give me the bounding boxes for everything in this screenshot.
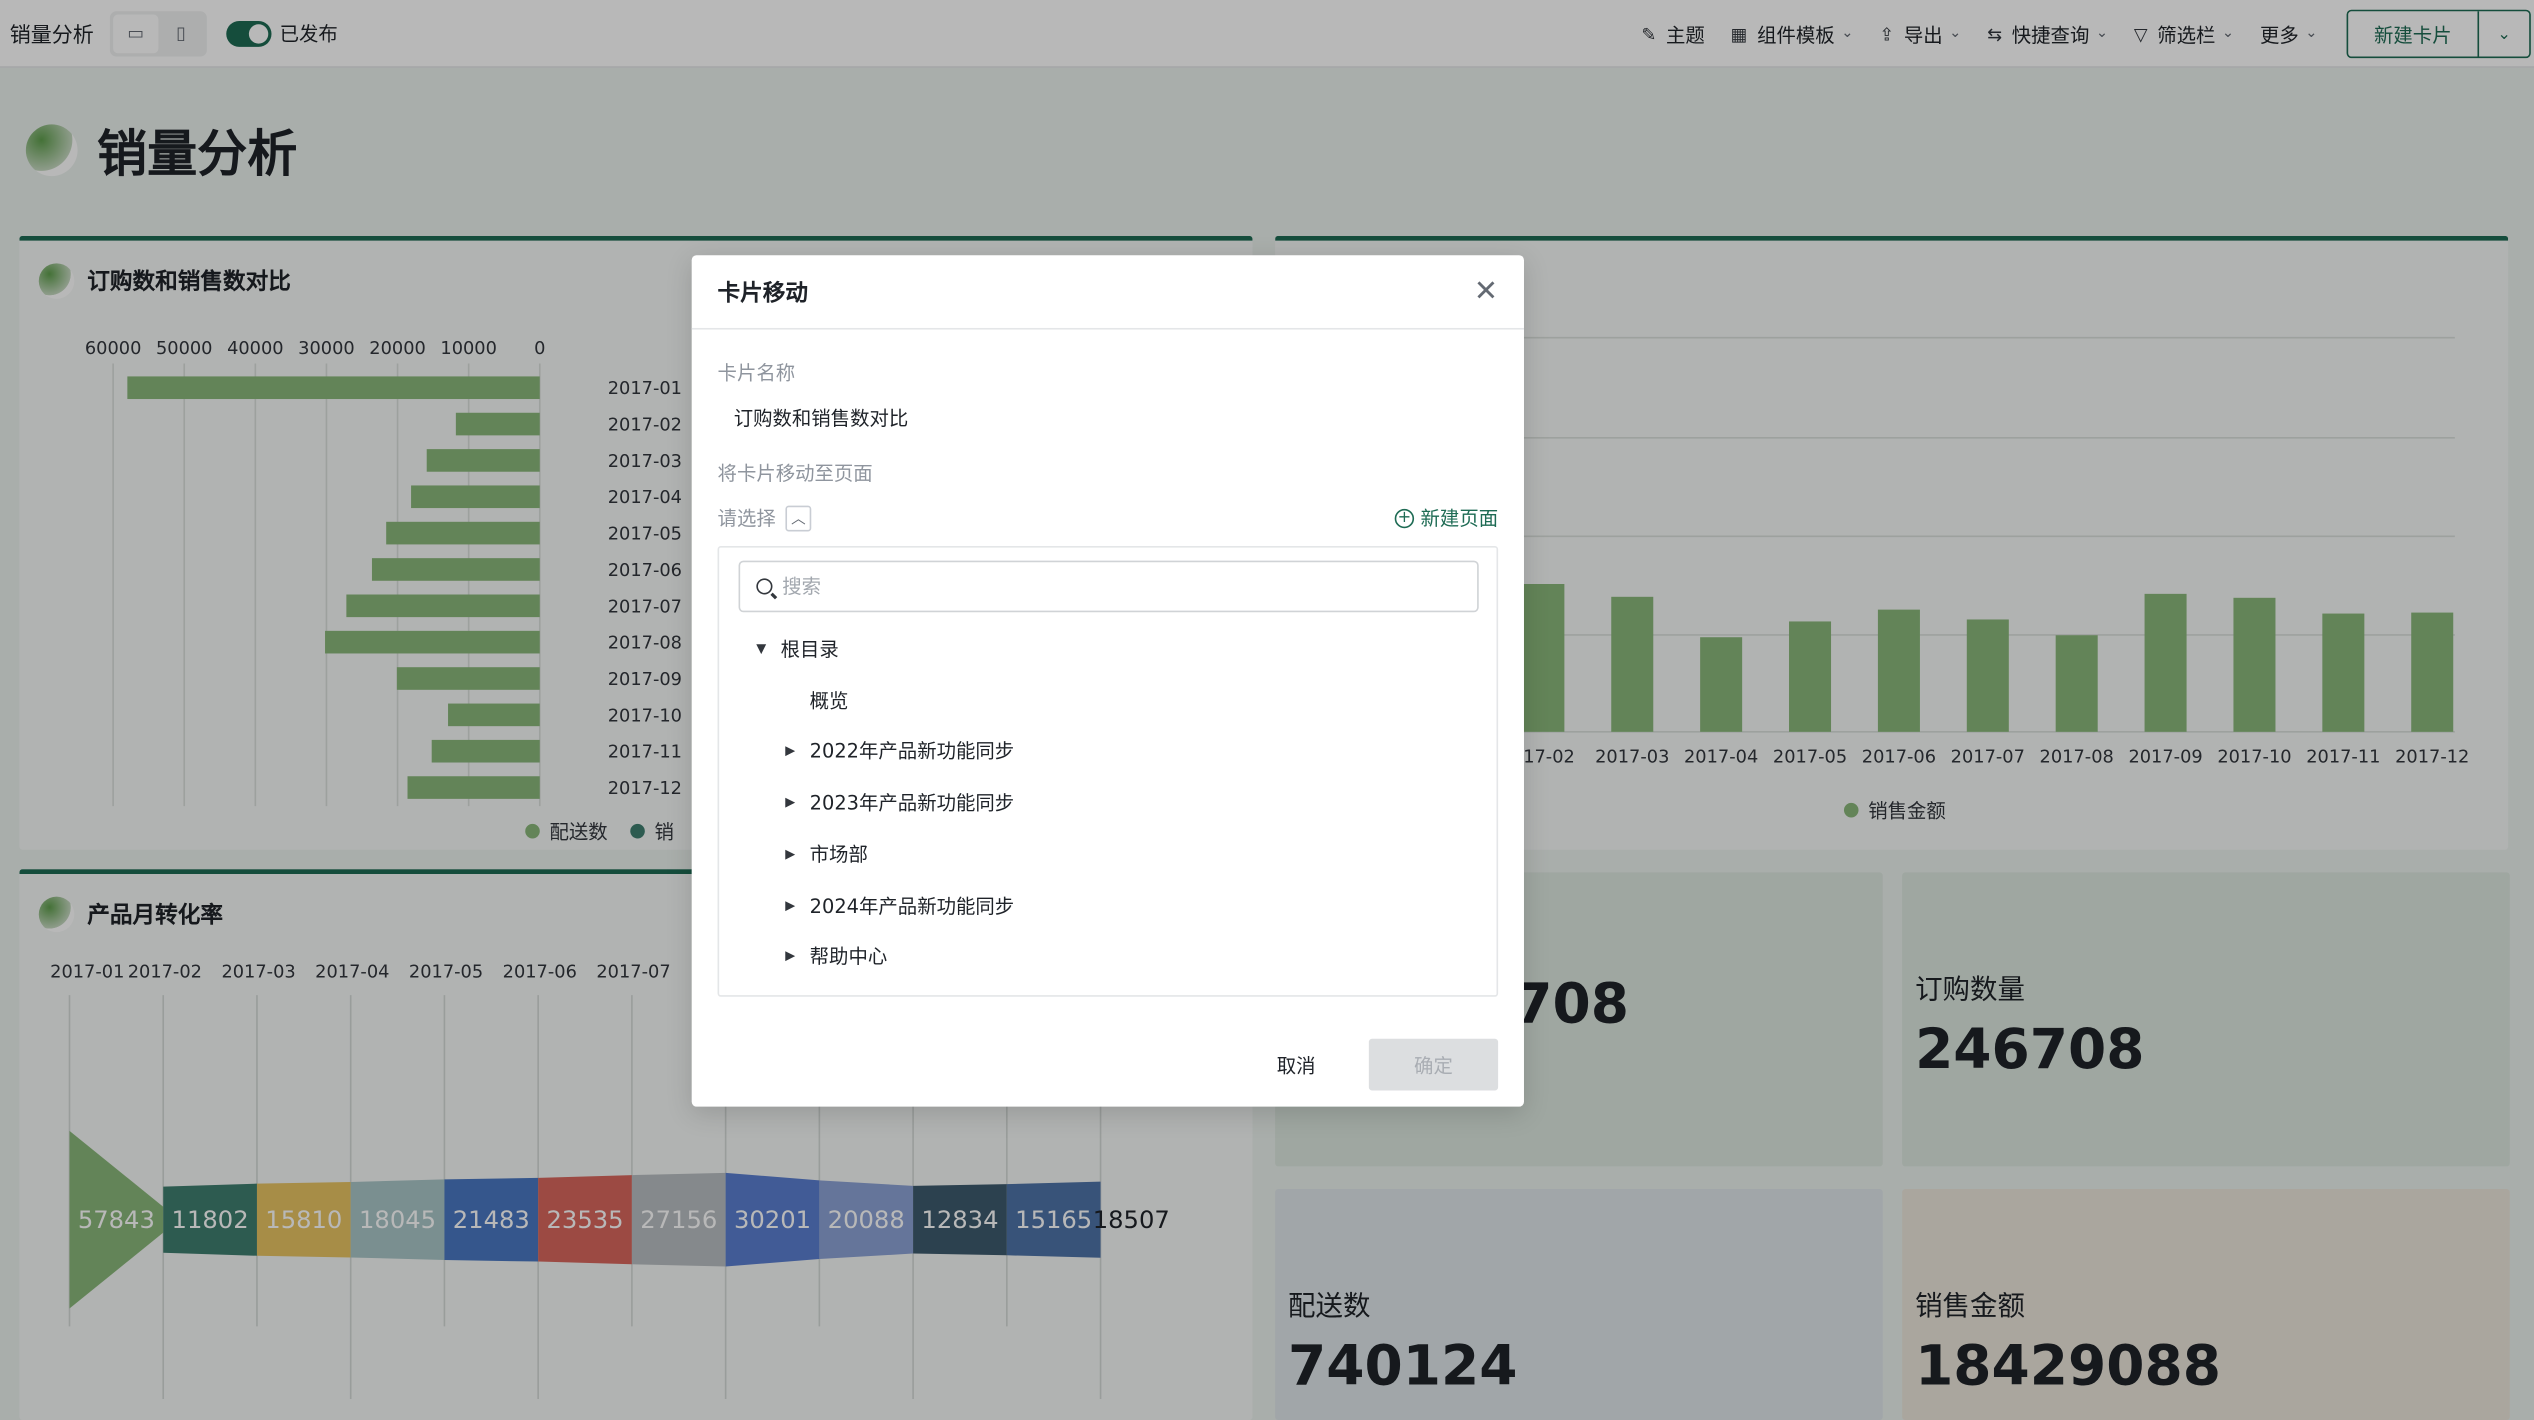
tree-node-label: 2023年产品新功能同步 bbox=[809, 791, 1015, 815]
tree-node-label: 根目录 bbox=[780, 638, 839, 661]
tree-node-label: 2022年产品新功能同步 bbox=[809, 740, 1015, 764]
search-input[interactable] bbox=[782, 575, 1429, 598]
tree-node-label: 概览 bbox=[809, 689, 849, 712]
caret-right-icon[interactable]: ▶ bbox=[781, 795, 800, 810]
cancel-button[interactable]: 取消 bbox=[1257, 1039, 1335, 1091]
dialog-title: 卡片移动 bbox=[717, 280, 809, 307]
tree-search bbox=[738, 560, 1479, 613]
tree-node-label: 2024年产品新功能同步 bbox=[809, 894, 1015, 917]
tree-node[interactable]: ▶ 2023年产品新功能同步 bbox=[781, 789, 1015, 816]
tree-node[interactable]: ▶ 2022年产品新功能同步 bbox=[781, 737, 1015, 764]
chevron-up-icon[interactable]: ︿ bbox=[785, 504, 812, 531]
tree-node-label: 市场部 bbox=[809, 842, 868, 866]
tree-node[interactable]: ▶ 帮助中心 bbox=[781, 942, 888, 969]
search-icon bbox=[756, 578, 773, 595]
tree-node[interactable]: ▶ 市场部 bbox=[781, 840, 868, 867]
confirm-button[interactable]: 确定 bbox=[1368, 1038, 1499, 1091]
page-tree-dropdown: ▼ 根目录概览 ▶ 2022年产品新功能同步 ▶ 2023年产品新功能同步 ▶ 市场部 ▶ 202… bbox=[717, 546, 1499, 997]
caret-down-icon[interactable]: ▼ bbox=[751, 641, 770, 656]
plus-circle-icon: + bbox=[1394, 508, 1415, 528]
caret-right-icon[interactable]: ▶ bbox=[781, 949, 800, 964]
new-page-button[interactable]: + 新建页面 bbox=[1394, 504, 1499, 531]
app-root: 销量分析 ▭ ▯ 已发布 ✎ 主题 ▦ 组件模板 ⌄ ⇪ 导出 ⌄ ⇆ 快捷查询 ⌄ ▽ 筛选栏… bbox=[0, 0, 2534, 1420]
card-name-value: 订购数和销售数对比 bbox=[733, 407, 909, 430]
caret-right-icon[interactable]: ▶ bbox=[781, 744, 800, 759]
page-select-row: 请选择 ︿ + 新建页面 bbox=[718, 504, 1499, 531]
dialog-header: 卡片移动 ✕ bbox=[691, 255, 1524, 330]
new-page-label: 新建页面 bbox=[1420, 507, 1499, 530]
caret-right-icon[interactable]: ▶ bbox=[781, 897, 800, 912]
card-name-label: 卡片名称 bbox=[717, 361, 796, 385]
tree-node[interactable]: ▶ 2024年产品新功能同步 bbox=[781, 891, 1015, 918]
tree-node[interactable]: 概览 bbox=[781, 686, 849, 713]
caret-right-icon[interactable]: ▶ bbox=[781, 846, 800, 861]
tree-node[interactable]: ▼ 根目录 bbox=[751, 635, 839, 662]
tree-node-label: 帮助中心 bbox=[809, 945, 888, 968]
move-to-label: 将卡片移动至页面 bbox=[717, 462, 873, 485]
card-move-dialog: 卡片移动 ✕ 卡片名称 订购数和销售数对比 将卡片移动至页面 请选择 ︿ + 新建… bbox=[691, 255, 1524, 1107]
close-icon[interactable]: ✕ bbox=[1474, 275, 1498, 309]
select-placeholder[interactable]: 请选择 bbox=[718, 504, 776, 531]
